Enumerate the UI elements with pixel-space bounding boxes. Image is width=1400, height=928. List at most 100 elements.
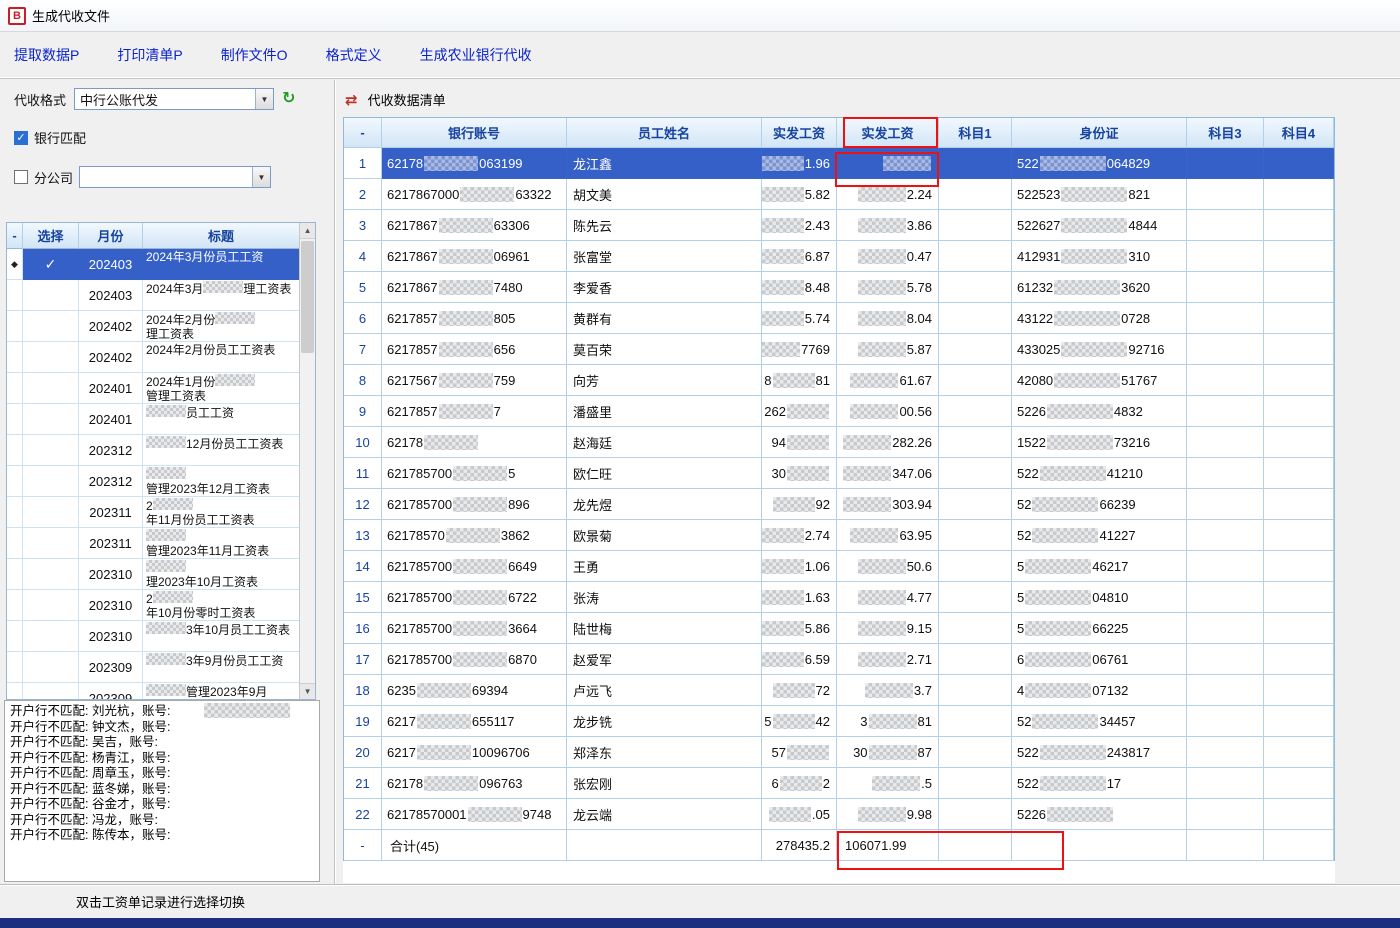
list-item[interactable]: ◆✓2024032024年3月份员工工资 <box>7 249 299 280</box>
list-item[interactable]: 202310理2023年10月工资表 <box>7 559 299 590</box>
table-row[interactable]: 562178677480李爱香8.485.78612323620 <box>344 272 1334 303</box>
account-prefix: 6235 <box>387 683 416 698</box>
table-row[interactable]: 18623569394卢远飞723.7407132 <box>344 675 1334 706</box>
mismatch-message: 开户行不匹配: 冯龙，账号: <box>10 813 314 829</box>
list-scrollbar[interactable]: ▲ ▼ <box>299 223 315 699</box>
toolbar-button[interactable]: 格式定义 <box>326 45 382 65</box>
list-item[interactable]: 202311管理2023年11月工资表 <box>7 528 299 559</box>
row-title: 3年9月份员工工资 <box>143 652 299 683</box>
redaction-mosaic <box>858 652 906 667</box>
account-prefix: 62178570 <box>387 528 445 543</box>
table-row[interactable]: 1062178赵海廷94282.26152273216 <box>344 427 1334 458</box>
redaction-mosaic <box>1025 683 1091 698</box>
list-item[interactable]: 2023112年11月份员工工资表 <box>7 497 299 528</box>
branch-combobox[interactable]: ▼ <box>79 166 271 188</box>
account-prefix: 6217867 <box>387 280 438 295</box>
bank-account-cell: 62178 <box>382 427 567 458</box>
employee-name-cell: 欧仁旺 <box>567 458 762 489</box>
subject1-cell <box>939 458 1012 489</box>
chevron-down-icon[interactable]: ▼ <box>252 167 270 187</box>
redaction-mosaic <box>865 683 913 698</box>
table-row[interactable]: 116217857005欧仁旺30347.0652241210 <box>344 458 1334 489</box>
net-pay2-cell: 3.7 <box>837 675 939 706</box>
pay-fragment: 5.86 <box>805 621 830 636</box>
row-number: 22 <box>344 799 382 830</box>
table-row[interactable]: 2162178096763张宏刚62.552217 <box>344 768 1334 799</box>
list-item[interactable]: 2024022024年2月份员工工资表 <box>7 342 299 373</box>
id-suffix: 4832 <box>1114 404 1143 419</box>
id-suffix: 07132 <box>1092 683 1128 698</box>
table-row[interactable]: 22621785700019748龙云端.059.985226 <box>344 799 1334 830</box>
checkbox-checked-icon[interactable]: ✓ <box>14 131 28 145</box>
refresh-icon[interactable]: ↻ <box>282 91 295 107</box>
table-row[interactable]: 66217857805黄群有5.748.04431220728 <box>344 303 1334 334</box>
id-suffix: 243817 <box>1107 745 1150 760</box>
table-row[interactable]: 162178063199龙江鑫1.96522064829 <box>344 148 1334 179</box>
list-item[interactable]: 2023103年10月员工工资表 <box>7 621 299 652</box>
id-prefix: 52 <box>1017 528 1031 543</box>
list-item[interactable]: 202401员工工资 <box>7 404 299 435</box>
list-item[interactable]: 2023102年10月份零时工资表 <box>7 590 299 621</box>
table-row[interactable]: 12621785700896龙先煜92303.945266239 <box>344 489 1334 520</box>
table-row[interactable]: 196217655117龙步铣5423815234457 <box>344 706 1334 737</box>
redaction-mosaic <box>762 280 804 295</box>
redaction-mosaic <box>439 249 493 264</box>
row-title: 2024年2月份理工资表 <box>143 311 299 342</box>
pay-fragment: 2 <box>823 776 830 791</box>
checkbox-unchecked-icon[interactable] <box>14 170 28 184</box>
subject3-cell <box>1187 427 1264 458</box>
right-panel: ⇄ 代收数据清单 -银行账号员工姓名实发工资实发工资科目1身份证科目3科目4 1… <box>334 80 1400 884</box>
table-row[interactable]: 146217857006649王勇1.0650.6546217 <box>344 551 1334 582</box>
table-row[interactable]: 166217857003664陆世梅5.869.15566225 <box>344 613 1334 644</box>
list-item[interactable]: 2024022024年2月份理工资表 <box>7 311 299 342</box>
redaction-mosaic <box>762 311 804 326</box>
table-row[interactable]: 13621785703862欧景菊2.7463.955241227 <box>344 520 1334 551</box>
table-row[interactable]: 962178577潘盛里26200.5652264832 <box>344 396 1334 427</box>
toolbar-button[interactable]: 制作文件O <box>221 45 288 65</box>
toolbar-button[interactable]: 提取数据P <box>14 45 79 65</box>
row-marker <box>7 435 23 466</box>
table-row[interactable]: 86217567759向芳88161.674208051767 <box>344 365 1334 396</box>
table-row[interactable]: 4621786706961张富堂6.870.47412931310 <box>344 241 1334 272</box>
table-row[interactable]: 3621786763306陈先云2.433.865226274844 <box>344 210 1334 241</box>
table-row[interactable]: 76217857656莫百荣77695.8743302592716 <box>344 334 1334 365</box>
redaction-mosaic <box>453 559 507 574</box>
scroll-track[interactable] <box>300 239 315 683</box>
toolbar-button[interactable]: 生成农业银行代收 <box>420 45 532 65</box>
redaction-mosaic <box>215 374 255 386</box>
table-row[interactable]: 156217857006722张涛1.634.77504810 <box>344 582 1334 613</box>
redaction-mosaic <box>146 684 186 696</box>
net-pay2-cell <box>837 148 939 179</box>
net-pay2-cell: 3.86 <box>837 210 939 241</box>
list-item[interactable]: 20231212月份员工工资表 <box>7 435 299 466</box>
bank-match-checkbox-row[interactable]: ✓ 银行匹配 <box>14 128 86 147</box>
table-row[interactable]: 2621786700063322胡文美5.822.24522523821 <box>344 179 1334 210</box>
table-row[interactable]: 20621710096706郑泽东573087522243817 <box>344 737 1334 768</box>
chevron-down-icon[interactable]: ▼ <box>255 89 273 109</box>
grid-footer-area <box>343 861 1335 883</box>
table-row[interactable]: 176217857006870赵爱军6.592.71606761 <box>344 644 1334 675</box>
pay-fragment: 9.98 <box>907 807 932 822</box>
id-prefix: 522 <box>1017 156 1039 171</box>
scroll-down-button[interactable]: ▼ <box>300 683 315 699</box>
list-item[interactable]: 2024012024年1月份管理工资表 <box>7 373 299 404</box>
row-check-cell <box>23 528 79 559</box>
format-combobox[interactable]: 中行公账代发 ▼ <box>74 88 274 110</box>
scroll-up-button[interactable]: ▲ <box>300 223 315 239</box>
list-item[interactable]: 202312管理2023年12月工资表 <box>7 466 299 497</box>
list-item[interactable]: 2023093年9月份员工工资 <box>7 652 299 683</box>
grid-header-cell: 科目3 <box>1187 118 1264 148</box>
redaction-mosaic <box>439 404 493 419</box>
toolbar-button[interactable]: 打印清单P <box>117 45 182 65</box>
subject3-cell <box>1187 551 1264 582</box>
scroll-thumb[interactable] <box>301 241 314 353</box>
redaction-mosaic <box>1040 745 1106 760</box>
net-pay2-cell: 2.24 <box>837 179 939 210</box>
list-item[interactable]: 202309管理2023年9月 <box>7 683 299 699</box>
redaction-mosaic <box>460 187 514 202</box>
list-item[interactable]: 2024032024年3月理工资表 <box>7 280 299 311</box>
row-month: 202310 <box>79 559 143 590</box>
id-prefix: 5 <box>1017 590 1024 605</box>
pay-fragment: 0.47 <box>907 249 932 264</box>
redaction-mosaic <box>146 622 186 634</box>
